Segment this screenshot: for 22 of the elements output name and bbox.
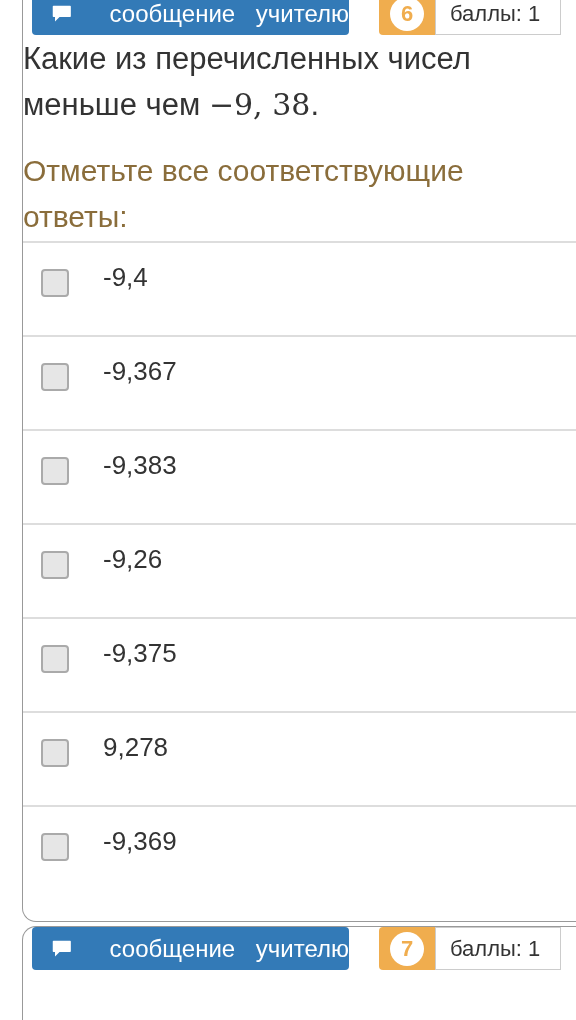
question-text: Какие из перечисленных чисел меньше чем −9, 38. bbox=[23, 40, 472, 124]
option-label: -9,26 bbox=[103, 545, 163, 573]
checkbox[interactable] bbox=[41, 551, 69, 579]
option-label: -9,383 bbox=[103, 451, 177, 479]
option-label: -9,367 bbox=[103, 357, 177, 385]
points-label: баллы: 1 bbox=[435, 0, 562, 35]
checkbox[interactable] bbox=[41, 363, 69, 391]
message-button[interactable]: сообщение учителю bbox=[32, 927, 349, 970]
message-button[interactable]: сообщение учителю bbox=[32, 0, 349, 35]
points-label: баллы: 1 bbox=[435, 927, 562, 970]
checkbox[interactable] bbox=[41, 739, 69, 767]
checkbox[interactable] bbox=[41, 269, 69, 297]
option-label: -9,375 bbox=[103, 639, 177, 667]
option-label: -9,369 bbox=[103, 827, 177, 855]
question-number: 7 bbox=[390, 931, 424, 966]
checkbox[interactable] bbox=[41, 833, 69, 861]
option-label: -9,4 bbox=[103, 263, 148, 291]
checkbox[interactable] bbox=[41, 457, 69, 485]
checkbox[interactable] bbox=[41, 645, 69, 673]
question-number: 6 bbox=[390, 0, 424, 31]
option-label: 9,278 bbox=[103, 733, 169, 761]
instruction-text: Отметьте все соответствующие ответы: bbox=[23, 153, 465, 235]
